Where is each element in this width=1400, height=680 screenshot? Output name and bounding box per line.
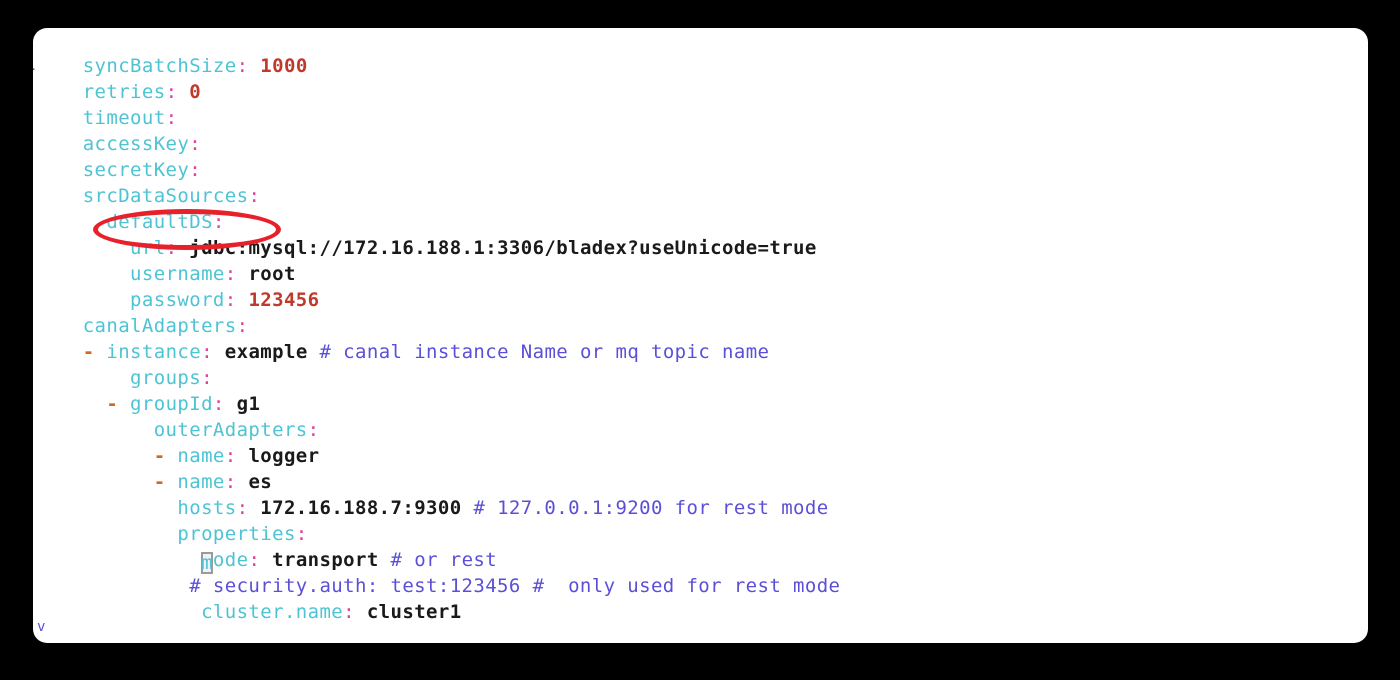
code-line[interactable]: url: jdbc:mysql://172.16.188.1:3306/blad… [59,235,840,261]
code-line[interactable]: defaultDS: [59,209,840,235]
code-line[interactable]: - name: logger [59,443,840,469]
code-line[interactable]: password: 123456 [59,287,840,313]
code-line[interactable]: # security.auth: test:123456 # only used… [59,573,840,599]
code-line[interactable]: retries: 0 [59,79,840,105]
code-line[interactable]: accessKey: [59,131,840,157]
code-line[interactable]: properties: [59,521,840,547]
screenshot-root: } v syncBatchSize: 1000 retries: 0 timeo… [0,0,1400,680]
yaml-code-block[interactable]: syncBatchSize: 1000 retries: 0 timeout: … [59,53,840,625]
code-line[interactable]: outerAdapters: [59,417,840,443]
code-line[interactable]: hosts: 172.16.188.7:9300 # 127.0.0.1:920… [59,495,840,521]
code-line[interactable]: - name: es [59,469,840,495]
code-line[interactable]: syncBatchSize: 1000 [59,53,840,79]
code-line[interactable]: canalAdapters: [59,313,840,339]
code-line[interactable]: cluster.name: cluster1 [59,599,840,625]
code-line[interactable]: srcDataSources: [59,183,840,209]
code-line[interactable]: - instance: example # canal instance Nam… [59,339,840,365]
edge-glyph-artifact-bottom: v [37,619,46,635]
code-line[interactable]: mode: transport # or rest [59,547,840,574]
code-line[interactable]: username: root [59,261,840,287]
code-line[interactable]: timeout: [59,105,840,131]
edge-glyph-artifact-top: } [33,56,37,82]
code-line[interactable]: secretKey: [59,157,840,183]
code-line[interactable]: groups: [59,365,840,391]
code-card: } v syncBatchSize: 1000 retries: 0 timeo… [33,28,1368,643]
code-line[interactable]: - groupId: g1 [59,391,840,417]
